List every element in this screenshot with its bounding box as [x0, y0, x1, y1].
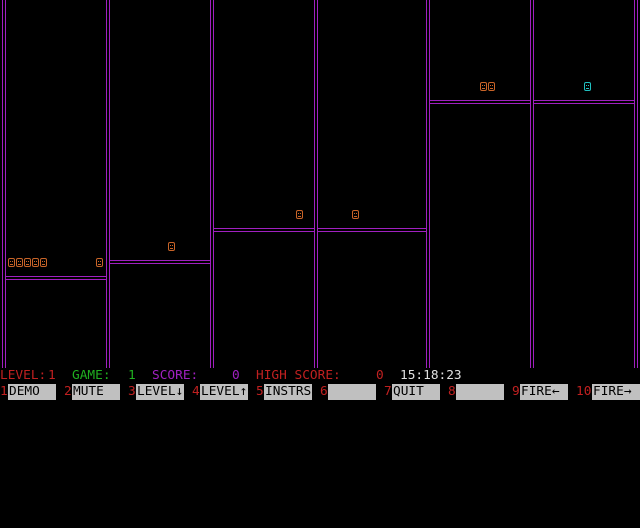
creature-sprite [480, 82, 487, 91]
fkey-number: 5 [256, 384, 264, 399]
creature-sprite [296, 210, 303, 219]
fkey-label: FIRE← [520, 384, 568, 400]
f2-mute-key[interactable]: 2 MUTE [64, 384, 128, 400]
shaft-wall [2, 0, 6, 368]
shaft-wall [634, 0, 638, 368]
shaft-wall [314, 0, 318, 368]
fkey-number: 10 [576, 384, 592, 399]
fkey-label: FIRE→ [592, 384, 640, 400]
creature-sprite [40, 258, 47, 267]
fkey-number: 7 [384, 384, 392, 399]
game-value: 1 [128, 368, 136, 383]
shaft-wall [106, 0, 110, 368]
clock: 15:18:23 [400, 368, 462, 383]
score-value: 0 [232, 368, 240, 383]
creature-sprite [352, 210, 359, 219]
shaft-floor [6, 276, 106, 280]
shaft-floor [110, 260, 210, 264]
fkey-label: DEMO [8, 384, 56, 400]
fkey-number: 1 [0, 384, 8, 399]
shaft-floor [214, 228, 314, 232]
creature-sprite [168, 242, 175, 251]
fkey-label: INSTRS [264, 384, 312, 400]
function-key-bar: 1 DEMO 2 MUTE 3 LEVEL↓ 4 LEVEL↑ 5 INSTRS 6 7Q… [0, 384, 640, 400]
creature-sprite [96, 258, 103, 267]
status-bar: LEVEL: 1 GAME: 1 SCORE: 0 HIGH SCORE: 0 … [0, 368, 640, 384]
f7-quit-key[interactable]: 7 QUIT [384, 384, 448, 400]
fkey-number: 3 [128, 384, 136, 399]
fkey-number: 9 [512, 384, 520, 399]
creature-sprite [16, 258, 23, 267]
score-label: SCORE: [152, 368, 199, 383]
level-label: LEVEL: [0, 368, 47, 383]
fkey-label: QUIT [392, 384, 440, 400]
fkey-label: LEVEL↑ [200, 384, 248, 400]
shaft-floor [430, 100, 530, 104]
f8-key[interactable]: 8 [448, 384, 512, 400]
f3-level-down-key[interactable]: 3 LEVEL↓ [128, 384, 192, 400]
shaft-floor [318, 228, 426, 232]
high-score-value: 0 [376, 368, 384, 383]
high-score-label: HIGH SCORE: [256, 368, 341, 383]
level-value: 1 [48, 368, 56, 383]
shaft-wall [530, 0, 534, 368]
creature-sprite [8, 258, 15, 267]
shaft-wall [210, 0, 214, 368]
creature-sprite [24, 258, 31, 267]
shaft-floor [534, 100, 634, 104]
player-sprite [584, 82, 591, 91]
game-label: GAME: [72, 368, 111, 383]
fkey-number: 8 [448, 384, 456, 399]
fkey-label [328, 384, 376, 400]
f6-key[interactable]: 6 [320, 384, 384, 400]
f4-level-up-key[interactable]: 4 LEVEL↑ [192, 384, 256, 400]
creature-sprite [488, 82, 495, 91]
f10-fire-right-key[interactable]: 10 FIRE→ [576, 384, 640, 400]
fkey-label: LEVEL↓ [136, 384, 184, 400]
fkey-label [456, 384, 504, 400]
fkey-label: MUTE [72, 384, 120, 400]
f5-instructions-key[interactable]: 5 INSTRS [256, 384, 320, 400]
f1-demo-key[interactable]: 1 DEMO [0, 384, 64, 400]
shaft-wall [426, 0, 430, 368]
fkey-number: 6 [320, 384, 328, 399]
game-field [0, 0, 640, 368]
fkey-number: 4 [192, 384, 200, 399]
creature-sprite [32, 258, 39, 267]
f9-fire-left-key[interactable]: 9 FIRE← [512, 384, 576, 400]
fkey-number: 2 [64, 384, 72, 399]
